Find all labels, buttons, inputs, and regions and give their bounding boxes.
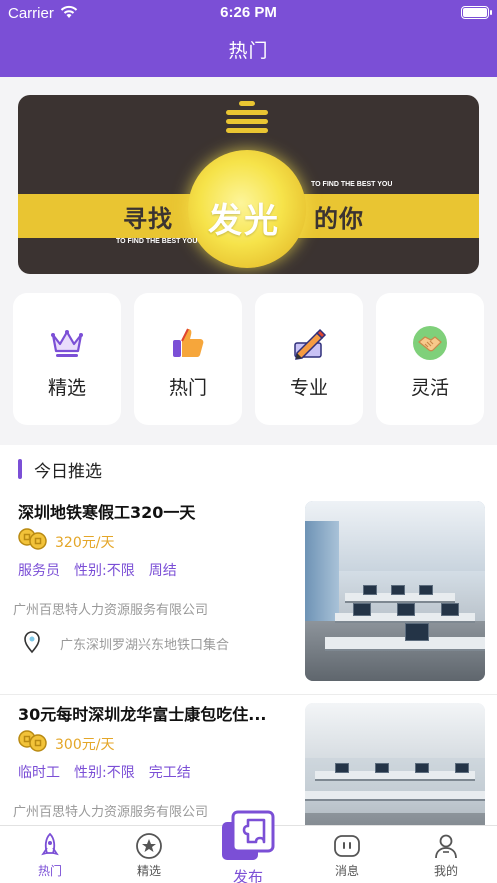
category-label: 热门 xyxy=(168,377,207,399)
job-salary: 300元/天 xyxy=(55,737,115,753)
page-title: 热门 xyxy=(228,40,269,62)
section-accent-bar xyxy=(18,459,22,479)
job-card[interactable]: 30元每时深圳龙华富士康包吃住... 300元/天 临时工 性别:不限 完工结 广州… xyxy=(0,697,497,825)
coin-icon xyxy=(18,528,47,550)
tab-profile[interactable]: 我的 xyxy=(406,826,486,883)
tab-label: 我的 xyxy=(433,864,458,878)
tab-hot[interactable]: 热门 xyxy=(10,826,90,883)
top-bar: Carrier 6:26 PM 热门 xyxy=(0,0,497,77)
star-circle-icon xyxy=(136,833,162,859)
job-tag: 周结 xyxy=(148,563,177,579)
publish-label: 发布 xyxy=(232,868,263,883)
rocket-icon xyxy=(41,832,59,856)
pencil-icon xyxy=(294,328,327,360)
clock: 6:26 PM xyxy=(220,4,277,21)
job-title: 深圳地铁寒假工320一天 xyxy=(18,503,196,522)
battery-icon xyxy=(461,6,492,19)
category-card-flexible[interactable]: 灵活 xyxy=(376,293,484,425)
job-tag: 性别:不限 xyxy=(74,563,135,579)
job-address: 广东深圳罗湖兴东地铁口集合 xyxy=(60,638,230,653)
category-card-featured[interactable]: 精选 xyxy=(13,293,121,425)
thumbs-up-icon xyxy=(173,328,204,357)
category-label: 灵活 xyxy=(410,377,449,399)
category-label: 精选 xyxy=(47,377,86,399)
category-card-hot[interactable]: 热门 xyxy=(134,293,242,425)
job-photo xyxy=(305,703,485,825)
job-tag: 服务员 xyxy=(18,563,60,579)
banner-tagline-bottom: TO FIND THE BEST YOU xyxy=(116,238,198,245)
publish-button[interactable]: 发布 xyxy=(208,808,288,883)
banner-text-mid: 发光 xyxy=(208,201,280,241)
job-tag: 完工结 xyxy=(148,765,191,781)
puzzle-icon xyxy=(222,810,275,860)
user-icon xyxy=(435,834,457,859)
category-grid: 精选 热门 专业 灵活 xyxy=(13,293,485,425)
category-label: 专业 xyxy=(289,377,328,399)
job-tag: 性别:不限 xyxy=(74,765,135,781)
handshake-icon xyxy=(413,326,447,360)
job-card[interactable]: 深圳地铁寒假工320一天 320元/天 服务员 性别:不限 周结 广州百思特人力资源… xyxy=(0,495,497,695)
message-icon xyxy=(334,835,360,857)
status-bar: Carrier 6:26 PM xyxy=(0,0,497,26)
coin-icon xyxy=(18,730,47,752)
tab-label: 热门 xyxy=(37,864,62,878)
job-tags: 服务员 性别:不限 周结 xyxy=(18,560,191,580)
banner-tagline-top: TO FIND THE BEST YOU xyxy=(311,181,393,188)
section-title: 今日推选 xyxy=(34,462,102,482)
job-company: 广州百思特人力资源服务有限公司 xyxy=(13,603,209,618)
crown-icon xyxy=(51,330,83,357)
tab-label: 精选 xyxy=(136,864,161,878)
job-salary: 320元/天 xyxy=(55,535,115,551)
lightbulb-cap-icon xyxy=(226,101,268,149)
banner-text-right: 的你 xyxy=(314,205,364,233)
banner-text-left: 寻找 xyxy=(123,205,173,233)
location-pin-icon xyxy=(24,631,40,654)
category-card-professional[interactable]: 专业 xyxy=(255,293,363,425)
tab-featured[interactable]: 精选 xyxy=(109,826,189,883)
tab-messages[interactable]: 消息 xyxy=(307,826,387,883)
job-title: 30元每时深圳龙华富士康包吃住... xyxy=(18,705,267,724)
header-area: TO FIND THE BEST YOU 寻找 发光 的你 TO FIND TH… xyxy=(0,77,497,445)
promo-banner[interactable]: TO FIND THE BEST YOU 寻找 发光 的你 TO FIND TH… xyxy=(18,95,479,274)
recommend-section: 今日推选 深圳地铁寒假工320一天 320元/天 服务员 性别:不限 周结 广州百思… xyxy=(0,445,497,825)
job-company: 广州百思特人力资源服务有限公司 xyxy=(13,805,209,820)
job-tags: 临时工 性别:不限 完工结 xyxy=(18,762,205,782)
job-tag: 临时工 xyxy=(18,765,60,781)
job-photo xyxy=(305,501,485,681)
tab-label: 消息 xyxy=(334,864,359,878)
